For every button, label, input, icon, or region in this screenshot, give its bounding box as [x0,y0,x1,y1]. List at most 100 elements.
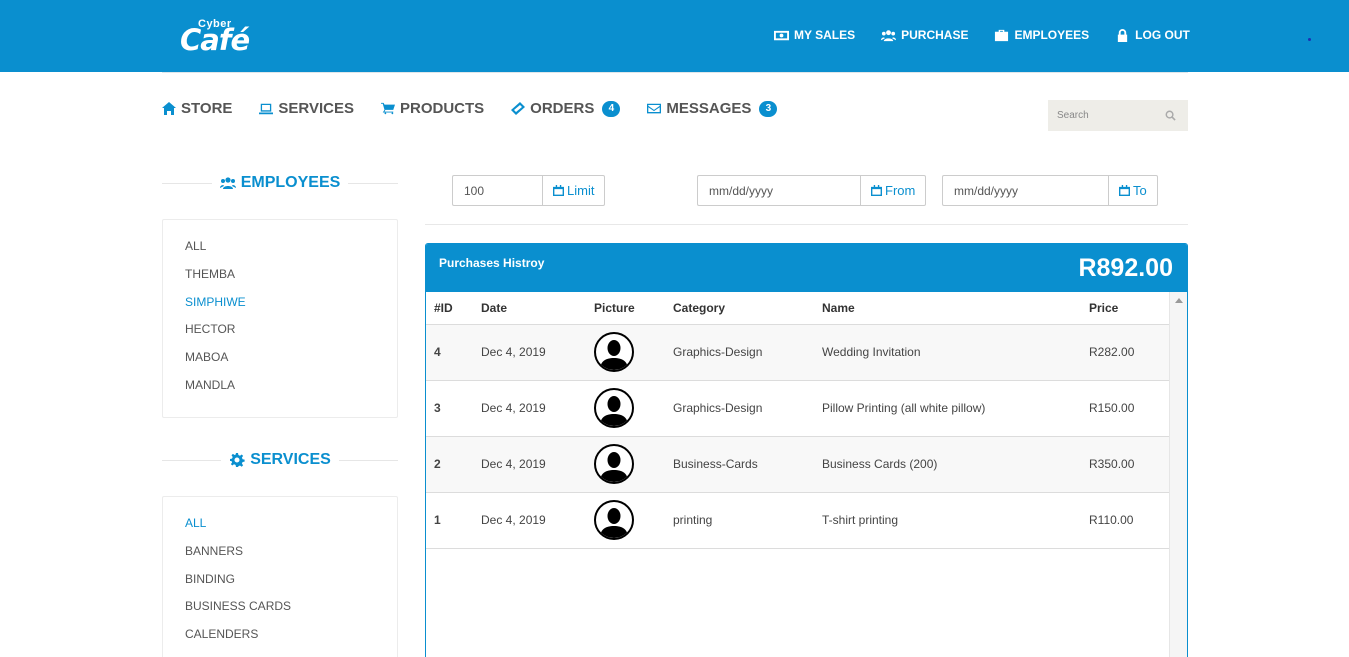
sidebar-item[interactable]: THEMBA [185,261,397,289]
person-silhouette-icon [600,340,628,370]
filter-divider [425,224,1188,225]
gear-icon [230,453,245,467]
user-avatar-icon [594,444,634,484]
sidebar-item[interactable]: MANDLA [185,372,397,400]
briefcase-icon [995,29,1009,41]
column-header[interactable]: Date [473,292,586,325]
topnav-label: PURCHASE [901,28,969,42]
to-date-filter: To [942,175,1158,206]
sidebar-item[interactable]: CALENDERS [185,621,397,649]
calendar-icon [1119,185,1130,196]
picture-cell [586,380,665,437]
nav-services[interactable]: SERVICES [259,100,354,117]
id-cell: 4 [426,324,473,381]
nav-store[interactable]: STORE [162,100,232,117]
panel-header: Purchases Histroy R892.00 [426,244,1187,292]
name-cell: T-shirt printing [814,492,1081,549]
limit-filter: Limit [452,175,606,206]
category-cell: Graphics-Design [665,324,814,381]
price-cell: R350.00 [1081,436,1169,493]
column-header[interactable]: Name [814,292,1081,325]
price-cell: R110.00 [1081,492,1169,549]
from-button[interactable]: From [860,175,927,206]
employees-title-text: EMPLOYEES [240,174,341,191]
sidebar-item[interactable]: HECTOR [185,316,397,344]
top-nav: MY SALES PURCHASE EMPLOYEES LOG OUT [774,28,1190,42]
purchases-table: #ID Date Picture Category Name Price 4 De… [426,292,1169,549]
sidebar-item[interactable]: ALL [185,510,397,538]
cart-icon [381,102,395,115]
calendar-icon [871,185,882,196]
table-row[interactable]: 3 Dec 4, 2019 Graphics-Design Pillow Printi… [426,380,1169,437]
from-date-filter: From [697,175,927,206]
sidebar-item[interactable]: MABOA [185,344,397,372]
from-date-input[interactable] [697,175,860,206]
main-nav: STORE SERVICES PRODUCTS ORDERS 4 MESSAGE… [162,100,778,117]
to-button[interactable]: To [1108,175,1158,206]
topnav-employees[interactable]: EMPLOYEES [994,28,1089,42]
to-date-input[interactable] [942,175,1108,206]
sidebar-item[interactable]: BINDING [185,566,397,594]
scroll-up-arrow-icon[interactable] [1175,298,1183,303]
search-input[interactable] [1048,100,1163,131]
table-row[interactable]: 4 Dec 4, 2019 Graphics-Design Wedding Invit… [426,324,1169,381]
name-cell: Wedding Invitation [814,324,1081,381]
column-header[interactable]: Picture [586,292,665,325]
purchases-history-panel: Purchases Histroy R892.00 #ID Date Pictu… [425,243,1188,657]
nav-label: MESSAGES [666,100,752,117]
sidebar-item[interactable]: BANNERS [185,538,397,566]
limit-input[interactable] [452,175,542,206]
cybercafe-logo[interactable]: Cyber Café [180,18,280,57]
orders-count-badge: 4 [602,100,621,117]
column-header[interactable]: Category [665,292,814,325]
sidebar-item[interactable]: ALL [185,233,397,261]
column-header[interactable]: Price [1081,292,1169,325]
category-cell: printing [665,492,814,549]
nav-label: ORDERS [530,100,595,117]
nav-label: SERVICES [278,100,354,117]
top-header: Cyber Café MY SALES PURCHASE EMPLOYEES L… [0,0,1349,72]
panel-title: Purchases Histroy [439,256,545,270]
topnav-purchase[interactable]: PURCHASE [881,28,968,42]
table-header-row: #ID Date Picture Category Name Price [426,292,1169,325]
services-section-title: SERVICES [221,451,339,469]
person-silhouette-icon [600,396,628,426]
price-cell: R150.00 [1081,380,1169,437]
column-header[interactable]: #ID [426,292,473,325]
employees-section-title: EMPLOYEES [212,174,349,192]
employees-section-header: EMPLOYEES [162,173,398,193]
category-cell: Business-Cards [665,436,814,493]
sidebar-item[interactable]: BUSINESS CARDS [185,593,397,621]
table-row[interactable]: 1 Dec 4, 2019 printing T-shirt printing R110… [426,492,1169,549]
person-silhouette-icon [600,508,628,538]
table-scrollbar[interactable] [1169,292,1187,657]
search-box [1048,100,1188,131]
laptop-icon [259,103,274,115]
total-amount: R892.00 [1078,254,1173,282]
nav-products[interactable]: PRODUCTS [381,100,484,117]
topnav-my-sales[interactable]: MY SALES [774,28,855,42]
search-icon[interactable] [1165,110,1176,121]
person-silhouette-icon [600,452,628,482]
home-icon [162,102,176,115]
limit-button[interactable]: Limit [542,175,606,206]
category-cell: Graphics-Design [665,380,814,437]
table-row[interactable]: 2 Dec 4, 2019 Business-Cards Business Cards… [426,436,1169,493]
limit-button-label: Limit [567,183,595,198]
picture-cell [586,324,665,381]
topnav-logout[interactable]: LOG OUT [1115,28,1190,42]
money-icon [774,30,789,40]
to-button-label: To [1133,183,1147,198]
user-avatar-icon [594,388,634,428]
price-cell: R282.00 [1081,324,1169,381]
calendar-icon [553,185,564,196]
topnav-label: MY SALES [794,28,856,42]
sidebar-item[interactable]: SIMPHIWE [185,289,397,317]
nav-messages[interactable]: MESSAGES 3 [647,100,778,117]
nav-label: PRODUCTS [400,100,485,117]
id-cell: 2 [426,436,473,493]
id-cell: 1 [426,492,473,549]
date-cell: Dec 4, 2019 [473,492,586,549]
nav-orders[interactable]: ORDERS 4 [511,100,621,117]
lock-icon [1118,28,1128,42]
